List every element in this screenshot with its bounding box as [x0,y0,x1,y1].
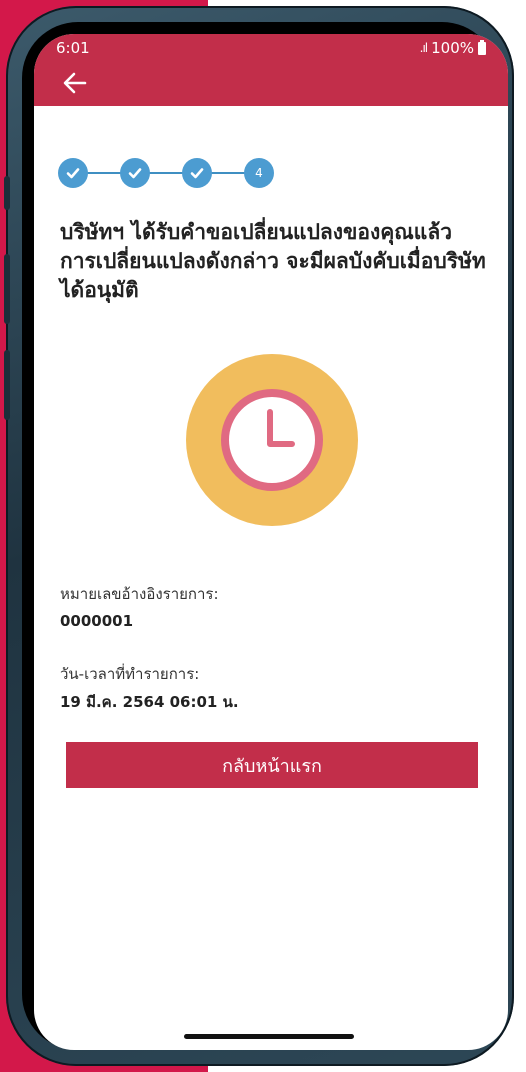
status-indicators: .ıl 100% [420,39,486,57]
check-icon [190,168,204,179]
back-button[interactable] [60,68,90,98]
battery-percent: 100% [431,39,474,57]
phone-volume-down-button [4,350,10,420]
transaction-datetime-value: 19 มี.ค. 2564 06:01 น. [60,693,239,711]
step-4-label: 4 [255,166,263,180]
step-4-current: 4 [244,158,274,188]
clock-icon [186,354,358,526]
phone-side-button [4,176,10,210]
step-1-done [58,158,88,188]
transaction-datetime-label: วัน-เวลาที่ทำรายการ: [60,665,200,683]
clock-graphic [221,389,323,491]
step-3-done [182,158,212,188]
step-2-done [120,158,150,188]
app-bar: 6:01 .ıl 100% [34,34,508,106]
reference-number-value: 0000001 [60,612,134,630]
confirmation-message: บริษัทฯ ได้รับคำขอเปลี่ยนแปลงของคุณแล้ว … [60,220,486,302]
check-icon [66,168,80,179]
battery-icon [478,39,486,55]
arrow-left-icon [63,72,87,94]
phone-screen: 6:01 .ıl 100% 4 บริษัทฯ ได้รับคำขอเปลี่ย… [34,34,508,1050]
back-to-home-button[interactable]: กลับหน้าแรก [66,742,478,788]
signal-icon: .ıl [419,41,429,55]
check-icon [128,168,142,179]
stepper-line [73,172,263,174]
home-indicator[interactable] [184,1034,354,1039]
status-time: 6:01 [56,39,90,57]
phone-volume-up-button [4,254,10,324]
progress-stepper: 4 [58,158,288,188]
reference-number-label: หมายเลขอ้างอิงรายการ: [60,585,219,603]
